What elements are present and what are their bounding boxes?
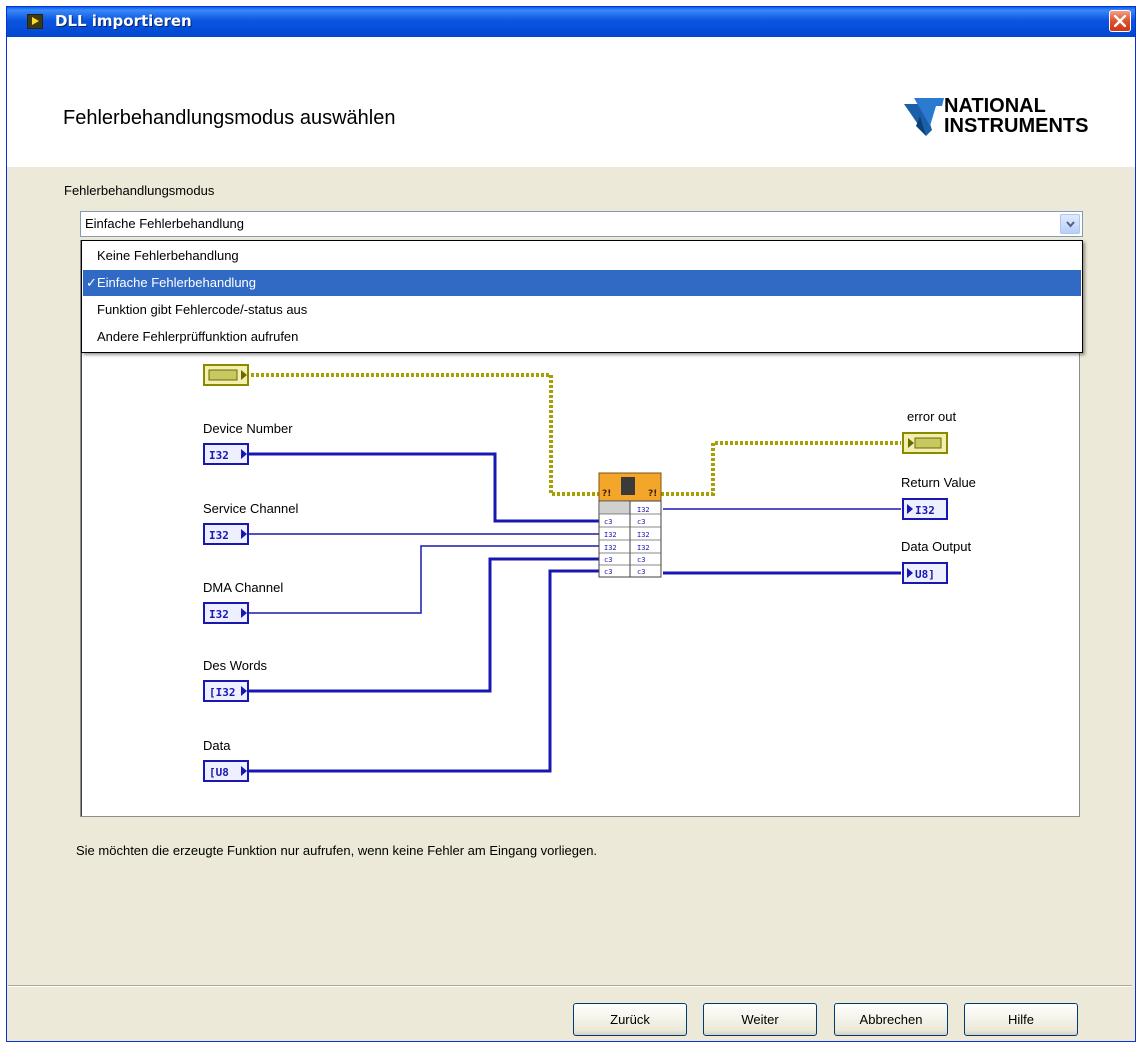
title-bar[interactable]: DLL importieren: [7, 7, 1135, 37]
svg-text:c3: c3: [637, 556, 645, 564]
svg-text:I32: I32: [209, 449, 229, 462]
svg-text:c3: c3: [637, 568, 645, 576]
data-output-label: Data Output: [901, 539, 972, 554]
option-andere-fehlerpruffunktion[interactable]: Andere Fehlerprüffunktion aufrufen: [83, 324, 1081, 350]
error-out-indicator: [902, 432, 948, 454]
option-funktion-gibt-fehlercode[interactable]: Funktion gibt Fehlercode/-status aus: [83, 297, 1081, 323]
svg-text:I32: I32: [637, 544, 650, 552]
des-words-terminal: [I32: [203, 680, 249, 702]
svg-text:I32: I32: [637, 506, 650, 514]
ni-logo-text: NATIONAL INSTRUMENTS: [944, 96, 1088, 136]
error-mode-dropdown-list: Keine Fehlerbehandlung ✓ Einfache Fehler…: [81, 240, 1083, 353]
svg-text:[I32: [I32: [209, 686, 236, 699]
device-number-label: Device Number: [203, 421, 293, 436]
data-label: Data: [203, 738, 231, 753]
error-in-terminal: [203, 364, 249, 386]
back-button[interactable]: Zurück: [573, 1003, 687, 1036]
return-value-label: Return Value: [901, 475, 976, 490]
option-einfache-fehlerbehandlung[interactable]: ✓ Einfache Fehlerbehandlung: [83, 270, 1081, 296]
ni-logo-line1: NATIONAL: [944, 95, 1046, 117]
header-panel: Fehlerbehandlungsmodus auswählen NATIONA…: [7, 37, 1135, 167]
option-keine-fehlerbehandlung[interactable]: Keine Fehlerbehandlung: [83, 243, 1081, 269]
dma-channel-label: DMA Channel: [203, 580, 284, 595]
svg-text:c3: c3: [604, 568, 612, 576]
svg-text:I32: I32: [604, 544, 617, 552]
next-button[interactable]: Weiter: [703, 1003, 817, 1036]
error-mode-label: Fehlerbehandlungsmodus: [64, 183, 215, 198]
svg-text:U8]: U8]: [915, 568, 935, 581]
svg-text:I32: I32: [915, 504, 935, 517]
call-library-function-node: ?! ?! I32 c3 c3 I32 I32 I32 I32 c3 c3 c3 c3: [598, 472, 662, 578]
des-words-label: Des Words: [203, 658, 268, 673]
error-out-label: error out: [907, 409, 957, 424]
option-label: Keine Fehlerbehandlung: [97, 248, 239, 263]
return-value-indicator: I32: [902, 498, 948, 520]
svg-text:c3: c3: [604, 518, 612, 526]
option-label: Andere Fehlerprüffunktion aufrufen: [97, 329, 299, 344]
data-terminal: [U8: [203, 760, 249, 782]
svg-text:[U8: [U8: [209, 766, 229, 779]
dma-channel-terminal: I32: [203, 602, 249, 624]
chevron-down-icon: [1066, 221, 1075, 228]
error-mode-combobox[interactable]: Einfache Fehlerbehandlung: [80, 211, 1083, 237]
help-button[interactable]: Hilfe: [964, 1003, 1078, 1036]
svg-text:c3: c3: [637, 518, 645, 526]
mode-description: Sie möchten die erzeugte Funktion nur au…: [76, 843, 598, 858]
ni-eagle-icon: [904, 98, 944, 136]
ni-logo-line2: INSTRUMENTS: [944, 115, 1089, 137]
cancel-button[interactable]: Abbrechen: [834, 1003, 948, 1036]
service-channel-label: Service Channel: [203, 501, 299, 516]
close-icon: [1114, 15, 1126, 27]
combobox-dropdown-button[interactable]: [1060, 214, 1080, 234]
svg-text:I32: I32: [209, 608, 229, 621]
svg-text:?!: ?!: [602, 489, 611, 499]
option-label: Funktion gibt Fehlercode/-status aus: [97, 302, 308, 317]
ni-logo: NATIONAL INSTRUMENTS: [902, 96, 1126, 138]
data-output-indicator: U8]: [902, 562, 948, 584]
svg-text:I32: I32: [209, 529, 229, 542]
window-title: DLL importieren: [55, 12, 192, 30]
svg-text:I32: I32: [637, 531, 650, 539]
error-mode-selected: Einfache Fehlerbehandlung: [85, 216, 245, 231]
footer-separator: [8, 985, 1132, 987]
checkmark-icon: ✓: [86, 275, 97, 290]
page-title: Fehlerbehandlungsmodus auswählen: [63, 107, 396, 129]
device-number-terminal: I32: [203, 443, 249, 465]
svg-text:c3: c3: [604, 556, 612, 564]
labview-app-icon: [27, 14, 43, 29]
close-button[interactable]: [1109, 10, 1131, 32]
svg-text:?!: ?!: [648, 489, 657, 499]
option-label: Einfache Fehlerbehandlung: [97, 275, 257, 290]
svg-text:I32: I32: [604, 531, 617, 539]
service-channel-terminal: I32: [203, 523, 249, 545]
